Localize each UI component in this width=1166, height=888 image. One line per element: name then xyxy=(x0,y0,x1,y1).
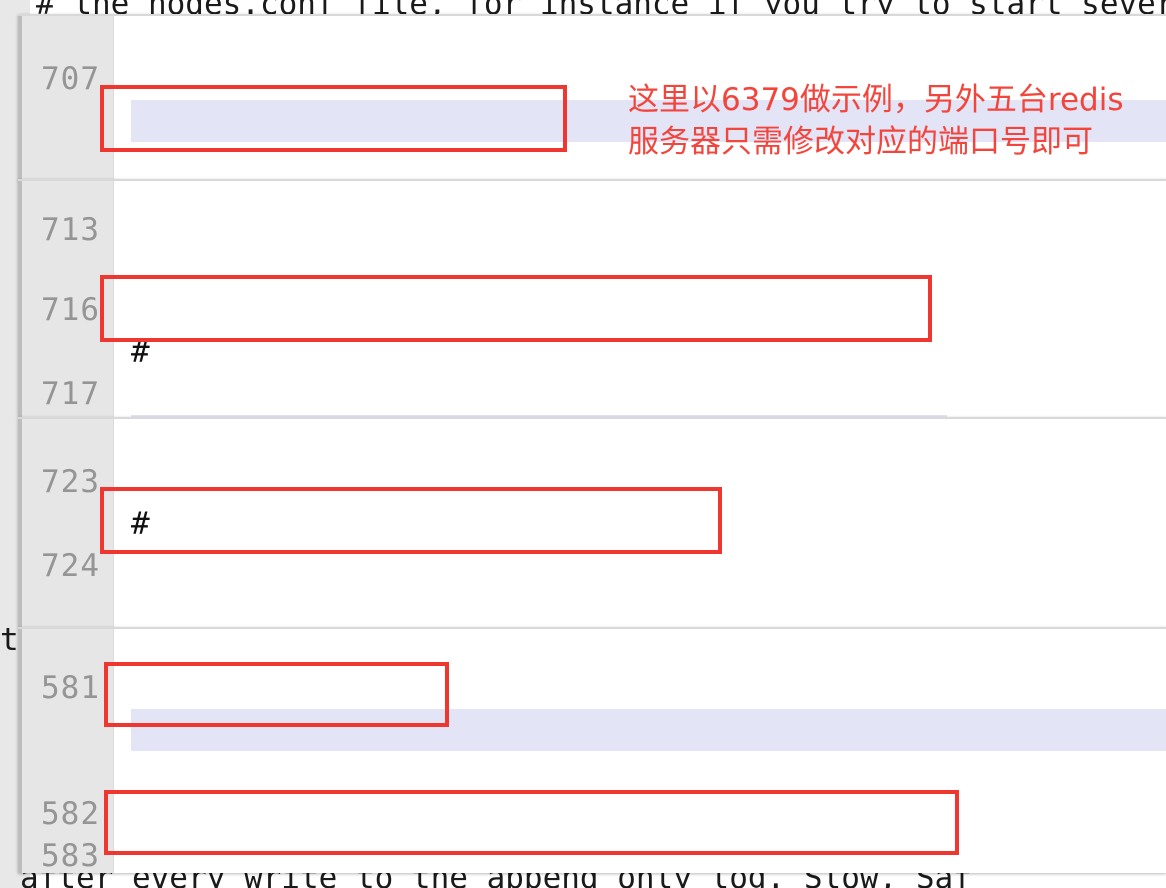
code-row[interactable]: 723 # xyxy=(18,419,1166,542)
chinese-annotation-line2: 服务器只需修改对应的端口号即可 xyxy=(628,124,1093,160)
code-row[interactable]: 716 # xyxy=(18,247,1166,370)
line-number: 713 xyxy=(41,212,100,248)
line-number: 724 xyxy=(41,548,100,584)
line-number: 581 xyxy=(41,670,100,706)
line-number: 583 xyxy=(41,838,100,873)
line-number: 716 xyxy=(41,292,100,328)
code-text-appendonly: appendonly yes xyxy=(131,835,504,873)
code-row[interactable]: 707 # xyxy=(18,16,1166,139)
line-number: 717 xyxy=(41,376,100,412)
line-number: 723 xyxy=(41,464,100,500)
code-row[interactable]: 725 cluster-node-timeout 15000 xyxy=(18,587,1166,627)
panel-appendonly[interactable]: 581 582 appendonly yes 583 584 # The nam… xyxy=(18,627,1166,873)
selection-band xyxy=(131,709,1166,751)
panel-cluster-node-timeout[interactable]: 723 # 724 725 cluster-node-timeout 15000… xyxy=(18,417,1166,627)
code-row[interactable]: 713 xyxy=(18,181,1166,248)
code-row[interactable]: 582 appendonly yes xyxy=(18,709,1166,832)
code-row[interactable]: 583 xyxy=(18,793,1166,873)
code-row[interactable]: 717 xyxy=(18,331,1166,412)
panel-cluster-config-file[interactable]: 713 716 # 717 718 cluster-config-file no… xyxy=(18,179,1166,417)
code-row[interactable]: 724 xyxy=(18,503,1166,584)
chinese-annotation-line1: 这里以6379做示例，另外五台redis xyxy=(628,82,1124,118)
line-number: 707 xyxy=(41,61,100,97)
code-row[interactable]: 581 xyxy=(18,629,1166,706)
